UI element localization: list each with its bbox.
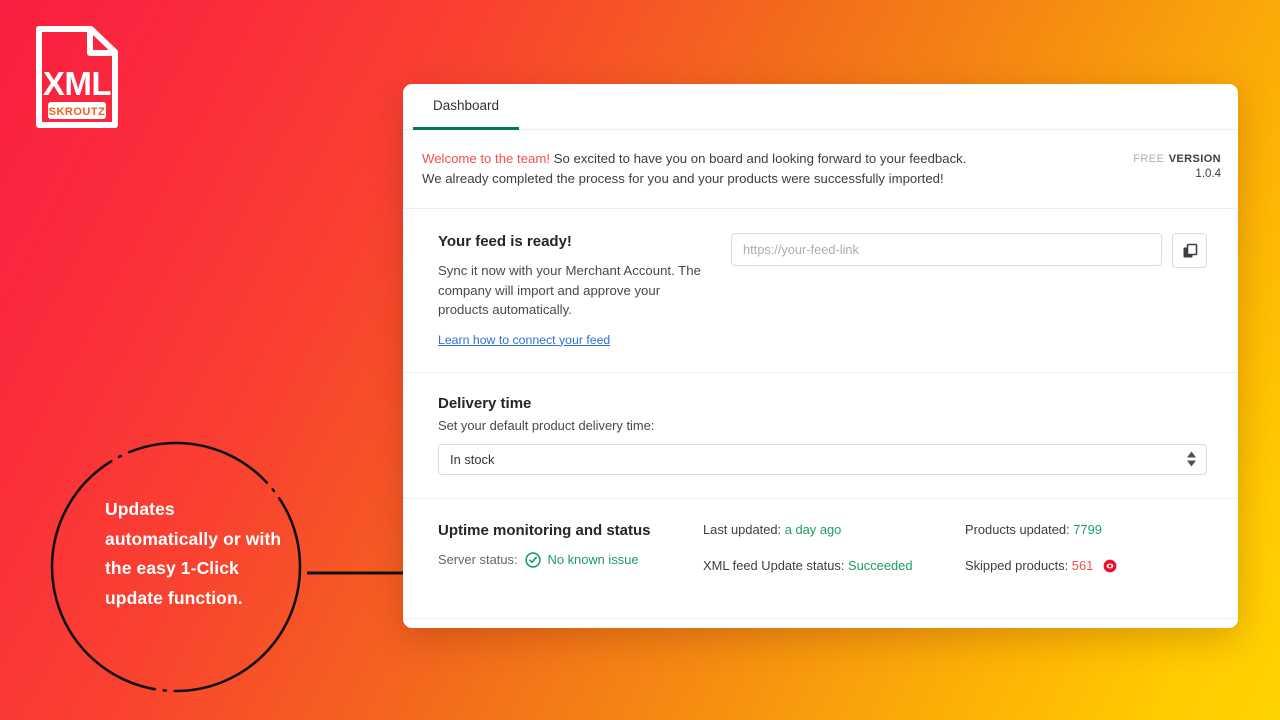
eye-alert-icon[interactable] xyxy=(1103,559,1117,577)
feed-section: Your feed is ready! Sync it now with you… xyxy=(403,209,1238,373)
version-word-label: VERSION xyxy=(1168,153,1221,165)
stat-products-updated-value: 7799 xyxy=(1073,521,1102,537)
stat-skipped-products: Skipped products: 561 xyxy=(965,557,1207,577)
stat-products-updated: Products updated: 7799 xyxy=(965,521,1207,538)
welcome-line-1: Welcome to the team! So excited to have … xyxy=(422,149,1122,169)
tab-dashboard[interactable]: Dashboard xyxy=(413,84,520,130)
xml-file-icon: XML SKROUTZ xyxy=(36,26,118,128)
stat-last-updated: Last updated: a day ago xyxy=(703,521,965,538)
version-free-label: FREE xyxy=(1133,153,1165,165)
feed-info: Your feed is ready! Sync it now with you… xyxy=(438,231,713,349)
feed-description: Sync it now with your Merchant Account. … xyxy=(438,263,701,318)
delivery-section: Delivery time Set your default product d… xyxy=(403,373,1238,499)
delivery-title: Delivery time xyxy=(438,394,532,412)
check-circle-icon xyxy=(524,552,541,568)
welcome-line-1-rest: So excited to have you on board and look… xyxy=(550,151,967,166)
stat-feed-status-label: XML feed Update status: xyxy=(703,557,845,573)
page-background: XML SKROUTZ Updates automatically or wit… xyxy=(0,0,1280,720)
uptime-section: Uptime monitoring and status Server stat… xyxy=(403,499,1238,619)
welcome-banner: Welcome to the team! So excited to have … xyxy=(403,130,1238,209)
annotation-text: Updates automatically or with the easy 1… xyxy=(105,499,282,608)
stat-feed-status: XML feed Update status: Succeeded xyxy=(703,557,965,574)
server-status-value: No known issue xyxy=(547,552,639,568)
stat-last-updated-value: a day ago xyxy=(784,521,842,537)
stat-skipped-products-value: 561 xyxy=(1071,557,1094,573)
feed-title: Your feed is ready! xyxy=(438,233,572,250)
stat-products-updated-label: Products updated: xyxy=(965,521,1070,537)
delivery-select-wrapper: In stock xyxy=(438,443,1207,475)
version-badge: FREE VERSION 1.0.4 xyxy=(1133,150,1221,182)
delivery-time-select[interactable]: In stock xyxy=(438,443,1207,475)
feed-url-input[interactable] xyxy=(731,233,1162,266)
feed-learn-link[interactable]: Learn how to connect your feed xyxy=(438,333,610,347)
xml-skroutz-logo: XML SKROUTZ xyxy=(33,23,121,131)
copy-feed-button[interactable] xyxy=(1172,233,1207,268)
stat-last-updated-label: Last updated: xyxy=(703,521,782,537)
svg-text:XML: XML xyxy=(43,65,112,102)
uptime-stats-column-1: Last updated: a day ago XML feed Update … xyxy=(703,521,965,596)
welcome-highlight: Welcome to the team! xyxy=(422,151,551,166)
welcome-line-2: We already completed the process for you… xyxy=(422,170,944,186)
tab-dashboard-label: Dashboard xyxy=(433,98,500,113)
uptime-server-column: Uptime monitoring and status Server stat… xyxy=(438,521,703,596)
server-status-label: Server status: xyxy=(438,552,518,568)
uptime-title: Uptime monitoring and status xyxy=(438,521,651,539)
dashboard-card: Dashboard Welcome to the team! So excite… xyxy=(403,84,1238,628)
uptime-stats-column-2: Products updated: 7799 Skipped products:… xyxy=(965,521,1207,596)
version-number: 1.0.4 xyxy=(1195,168,1221,180)
svg-text:SKROUTZ: SKROUTZ xyxy=(49,106,106,118)
feed-input-group xyxy=(731,231,1207,349)
stat-skipped-products-label: Skipped products: xyxy=(965,557,1069,573)
tab-bar: Dashboard xyxy=(403,84,1238,130)
delivery-subtitle: Set your default product delivery time: xyxy=(438,417,655,433)
server-status-row: Server status: No known issue xyxy=(438,552,703,568)
stat-feed-status-value: Succeeded xyxy=(848,557,913,573)
copy-icon xyxy=(1183,243,1197,257)
